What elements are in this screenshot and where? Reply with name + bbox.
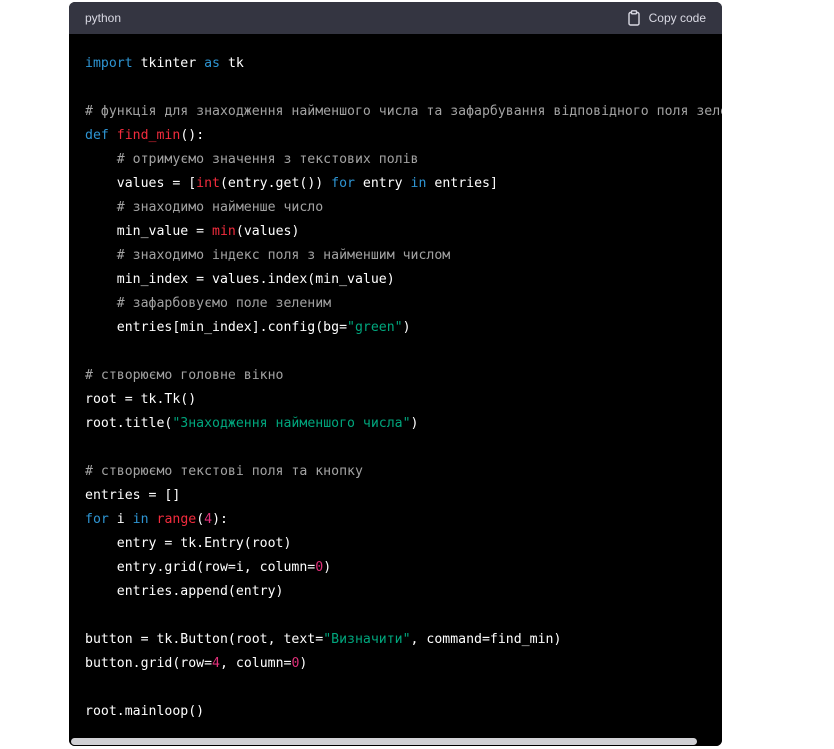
code-line: values = [int(entry.get()) for entry in … bbox=[85, 172, 722, 196]
code-content: import tkinter as tk # функція для знаход… bbox=[69, 34, 722, 746]
code-token: # створюємо текстові поля та кнопку bbox=[85, 464, 363, 479]
code-token: for bbox=[85, 512, 109, 527]
code-token: (entry.get()) bbox=[219, 176, 332, 191]
code-token: entry = tk.Entry(root) bbox=[85, 536, 292, 551]
code-token: tkinter bbox=[132, 56, 205, 71]
horizontal-scrollbar[interactable] bbox=[69, 737, 722, 746]
code-line: root = tk.Tk() bbox=[85, 388, 722, 412]
code-token: , column= bbox=[220, 656, 292, 671]
code-token: "Знаходження найменшого числа" bbox=[172, 416, 411, 431]
code-line: import tkinter as tk bbox=[85, 52, 722, 76]
code-token: values = [ bbox=[85, 176, 197, 191]
copy-code-label: Copy code bbox=[648, 11, 706, 25]
code-token: as bbox=[204, 56, 220, 71]
code-token: ) bbox=[410, 416, 419, 431]
code-line: min_index = values.index(min_value) bbox=[85, 268, 722, 292]
scrollbar-thumb[interactable] bbox=[71, 738, 697, 745]
code-line: def find_min(): bbox=[85, 124, 722, 148]
code-token: root = tk.Tk() bbox=[85, 392, 197, 407]
code-token: in bbox=[410, 176, 427, 191]
code-token: root.mainloop() bbox=[85, 704, 205, 719]
code-token: find_min bbox=[116, 128, 181, 143]
code-token: entries] bbox=[426, 176, 498, 191]
code-token: min bbox=[212, 224, 236, 239]
code-token: in bbox=[132, 512, 149, 527]
code-token: i bbox=[108, 512, 133, 527]
code-token: entries.append(entry) bbox=[85, 584, 284, 599]
code-token: root.title( bbox=[85, 416, 173, 431]
code-token: button = tk.Button(root, text= bbox=[85, 632, 324, 647]
code-token: entries = [] bbox=[85, 488, 181, 503]
code-header: python Copy code bbox=[69, 2, 722, 34]
code-line: entries.append(entry) bbox=[85, 580, 722, 604]
code-token: # створюємо головне вікно bbox=[85, 368, 284, 383]
code-token: entries[min_index].config(bg= bbox=[85, 320, 348, 335]
code-token: 4 bbox=[204, 512, 213, 527]
code-line: # знаходимо індекс поля з найменшим числ… bbox=[85, 244, 722, 268]
code-line: # створюємо головне вікно bbox=[85, 364, 722, 388]
code-token: button.grid(row= bbox=[85, 656, 213, 671]
code-token: ( bbox=[196, 512, 205, 527]
code-token: , command=find_min) bbox=[410, 632, 562, 647]
code-token: # знаходимо найменше число bbox=[85, 200, 324, 215]
clipboard-icon bbox=[627, 10, 641, 26]
code-token: tk bbox=[220, 56, 244, 71]
code-line: entry = tk.Entry(root) bbox=[85, 532, 722, 556]
code-block: python Copy code import tkinter as tk # ф… bbox=[69, 2, 722, 746]
code-line: # зафарбовуємо поле зеленим bbox=[85, 292, 722, 316]
copy-code-button[interactable]: Copy code bbox=[627, 10, 706, 26]
code-token: entry bbox=[354, 176, 411, 191]
code-line: root.mainloop() bbox=[85, 700, 722, 724]
code-token: ) bbox=[323, 560, 332, 575]
code-line: button.grid(row=4, column=0) bbox=[85, 652, 722, 676]
code-token: 0 bbox=[315, 560, 324, 575]
code-line: entry.grid(row=i, column=0) bbox=[85, 556, 722, 580]
code-line: root.title("Знаходження найменшого числа… bbox=[85, 412, 722, 436]
code-token: range bbox=[156, 512, 197, 527]
code-token: for bbox=[331, 176, 355, 191]
code-token: "green" bbox=[347, 320, 403, 335]
code-token: min_value = bbox=[85, 224, 213, 239]
code-token: ) bbox=[299, 656, 308, 671]
code-token: min_index = values.index(min_value) bbox=[85, 272, 395, 287]
code-line: # знаходимо найменше число bbox=[85, 196, 722, 220]
code-token: "Визначити" bbox=[323, 632, 411, 647]
language-label: python bbox=[85, 11, 122, 25]
code-token: import bbox=[85, 56, 133, 71]
code-token: # знаходимо індекс поля з найменшим числ… bbox=[85, 248, 451, 263]
code-token: ) bbox=[402, 320, 411, 335]
code-line: # функція для знаходження найменшого чис… bbox=[85, 100, 722, 124]
code-line: # створюємо текстові поля та кнопку bbox=[85, 460, 722, 484]
code-token: ): bbox=[212, 512, 228, 527]
code-token: 4 bbox=[212, 656, 220, 671]
code-line: entries = [] bbox=[85, 484, 722, 508]
code-line: min_value = min(values) bbox=[85, 220, 722, 244]
code-token: # зафарбовуємо поле зеленим bbox=[85, 296, 332, 311]
code-token: (values) bbox=[235, 224, 300, 239]
code-line: # отримуємо значення з текстових полів bbox=[85, 148, 722, 172]
code-token: # отримуємо значення з текстових полів bbox=[85, 152, 419, 167]
code-token: def bbox=[85, 128, 109, 143]
code-token: entry.grid(row=i, column= bbox=[85, 560, 316, 575]
code-token: # функція для знаходження найменшого чис… bbox=[85, 104, 722, 119]
code-line: button = tk.Button(root, text="Визначити… bbox=[85, 628, 722, 652]
code-token: (): bbox=[180, 128, 205, 143]
code-token: int bbox=[196, 176, 220, 191]
code-line: entries[min_index].config(bg="green") bbox=[85, 316, 722, 340]
code-line: for i in range(4): bbox=[85, 508, 722, 532]
